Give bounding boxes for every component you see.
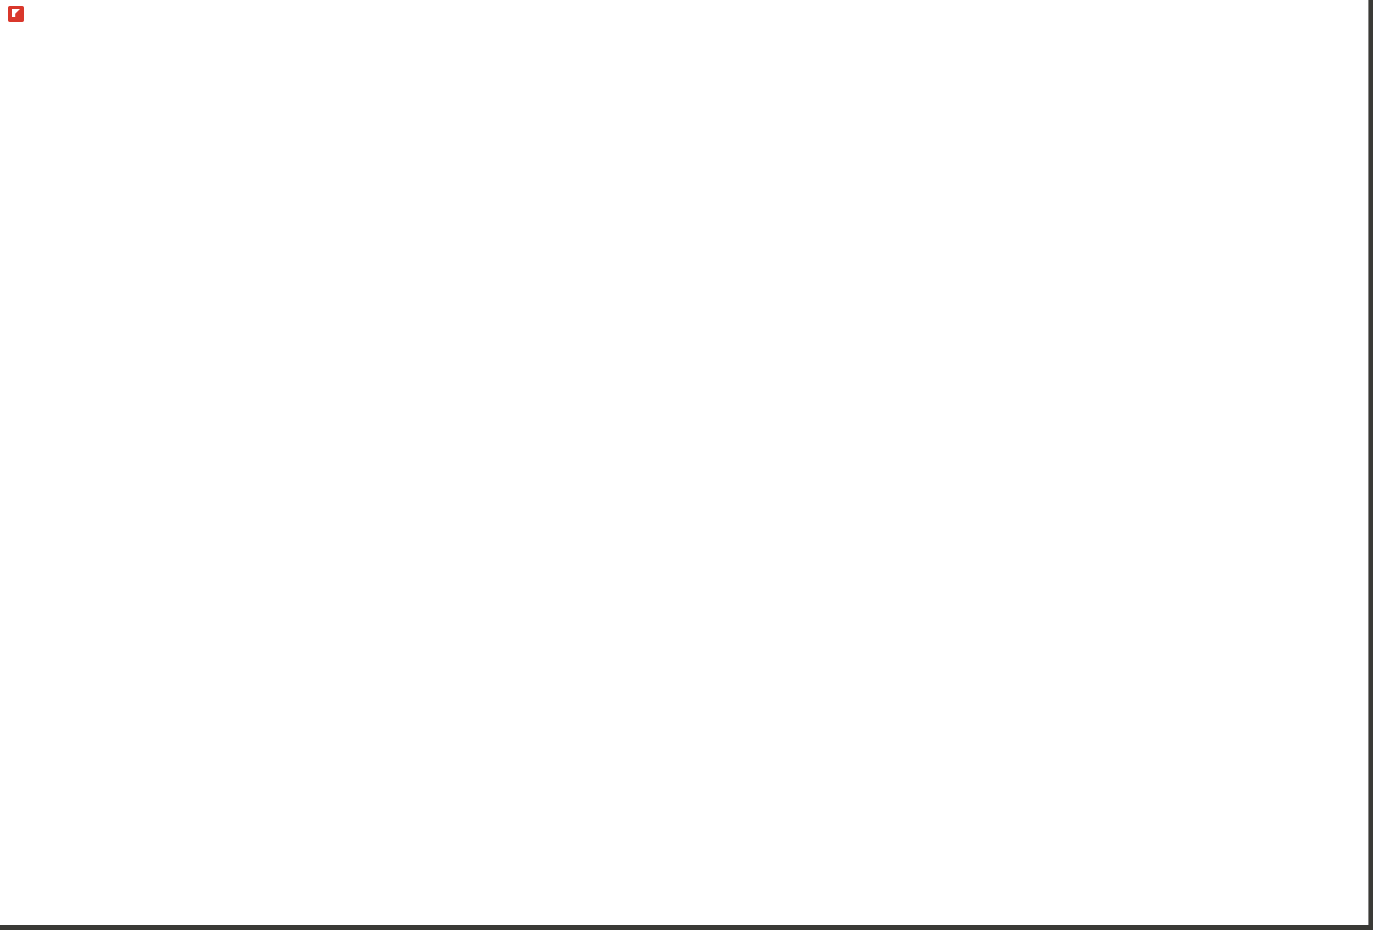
app-logo-icon [8,6,24,22]
app-window [0,0,1369,925]
title-bar [0,0,1368,28]
minimize-button[interactable] [1276,0,1322,28]
